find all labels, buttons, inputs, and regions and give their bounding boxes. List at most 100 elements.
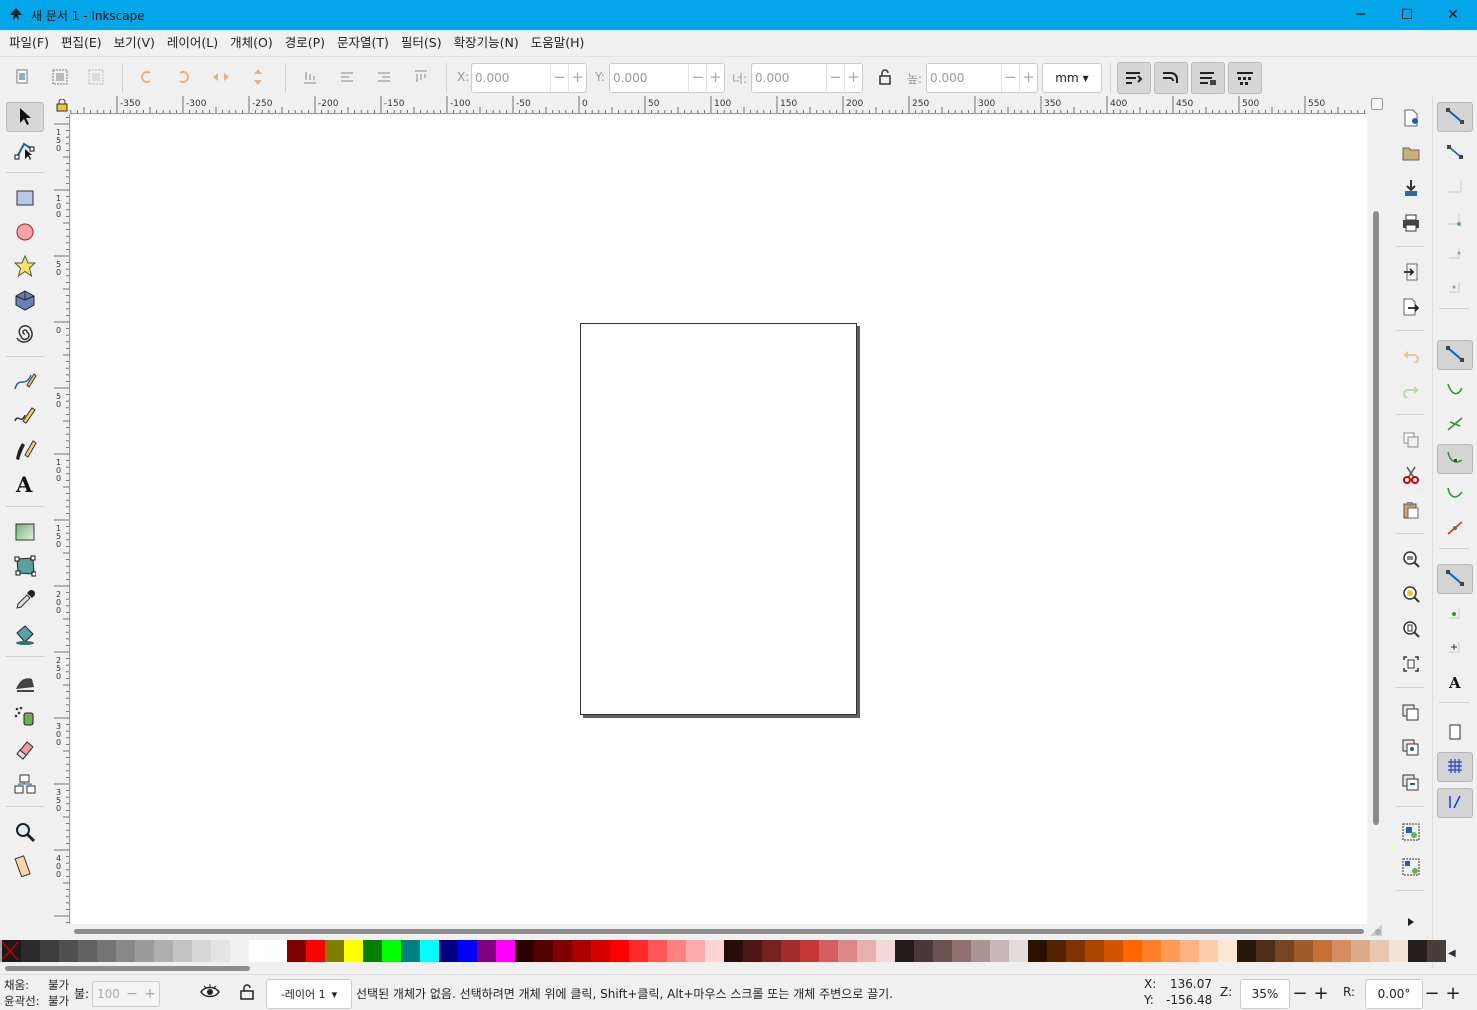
color-swatch[interactable] [876, 940, 895, 962]
cut-scissors-icon[interactable] [1400, 464, 1422, 486]
select-all-icon[interactable] [12, 67, 32, 87]
transform-patterns-toggle[interactable] [1228, 62, 1262, 94]
zoom-drawing-icon[interactable] [1400, 583, 1422, 605]
gradient-tool[interactable] [6, 518, 44, 548]
horizontal-ruler[interactable]: -350 -300 -250 -200 -150 -100 -50 0 50 100 150 200 2… [70, 96, 1366, 114]
color-swatch[interactable] [40, 940, 59, 962]
close-button[interactable]: ✕ [1430, 0, 1476, 30]
color-swatch[interactable] [838, 940, 857, 962]
lower-icon[interactable] [337, 67, 357, 87]
color-swatch[interactable] [1218, 940, 1237, 962]
snap-object-centers-toggle[interactable] [1437, 600, 1473, 630]
undo-icon[interactable] [1400, 345, 1422, 367]
color-swatch[interactable] [458, 940, 477, 962]
color-swatch[interactable] [743, 940, 762, 962]
menu-help[interactable]: 도움말(H) [525, 30, 591, 56]
zoom-in-button[interactable]: + [1311, 983, 1331, 1004]
maximize-button[interactable]: ☐ [1384, 0, 1430, 30]
vertical-ruler[interactable]: 15010050050100150200250300350400 [54, 114, 70, 924]
snap-rotation-centers-toggle[interactable] [1437, 634, 1473, 664]
snap-others-toggle[interactable] [1437, 564, 1473, 594]
snap-bbox-edges-toggle[interactable] [1437, 172, 1473, 202]
width-increment-button[interactable]: + [844, 64, 862, 92]
node-tool[interactable] [6, 136, 44, 166]
menu-edit[interactable]: 편집(E) [55, 30, 108, 56]
palette-menu-arrow-icon[interactable]: ◀ [1448, 948, 1456, 959]
vertical-scroll-thumb[interactable] [1373, 211, 1379, 825]
color-swatch[interactable] [401, 940, 420, 962]
color-swatch[interactable] [933, 940, 952, 962]
snap-bbox-toggle[interactable] [1437, 138, 1473, 168]
menu-view[interactable]: 보기(V) [108, 30, 161, 56]
color-swatch[interactable] [496, 940, 515, 962]
paint-bucket-tool[interactable] [6, 620, 44, 650]
opacity-decrement-button[interactable]: − [123, 986, 141, 1002]
color-swatch[interactable] [686, 940, 705, 962]
palette-scroll-thumb[interactable] [5, 966, 250, 971]
snap-grids-toggle[interactable] [1437, 752, 1473, 782]
menu-file[interactable]: 파일(F) [3, 30, 55, 56]
layer-visibility-eye-icon[interactable] [200, 984, 220, 1003]
unit-dropdown[interactable]: mm ▾ [1042, 63, 1102, 93]
rotation-field[interactable]: 0.00° [1365, 979, 1423, 1009]
rotate-cw-icon[interactable] [174, 67, 194, 87]
unlink-clone-icon[interactable] [1400, 772, 1422, 794]
connector-tool[interactable] [6, 770, 44, 800]
minimize-button[interactable]: ─ [1338, 0, 1384, 30]
dropper-tool[interactable] [6, 586, 44, 616]
opacity-spinbox[interactable]: 100 − + [92, 981, 160, 1007]
rotate-cw-button[interactable]: + [1443, 983, 1463, 1004]
calligraphy-tool[interactable] [6, 436, 44, 466]
color-swatch[interactable] [1256, 940, 1275, 962]
color-swatch[interactable] [477, 940, 496, 962]
menu-filters[interactable]: 필터(S) [395, 30, 448, 56]
selector-tool[interactable] [6, 102, 44, 132]
snap-smooth-nodes-toggle[interactable] [1437, 480, 1473, 510]
color-swatch[interactable] [21, 940, 40, 962]
color-swatch[interactable] [914, 940, 933, 962]
color-swatch[interactable] [230, 940, 249, 962]
paste-clipboard-icon[interactable] [1400, 499, 1422, 521]
color-swatch[interactable] [1161, 940, 1180, 962]
zoom-tool[interactable] [6, 818, 44, 848]
width-decrement-button[interactable]: − [826, 64, 844, 92]
rotate-ccw-button[interactable]: − [1422, 983, 1442, 1004]
color-swatch[interactable] [553, 940, 572, 962]
color-swatch[interactable] [1066, 940, 1085, 962]
lock-ratio-icon[interactable] [875, 67, 895, 87]
3d-box-tool[interactable] [6, 286, 44, 316]
drawing-canvas[interactable] [71, 115, 1367, 924]
star-tool[interactable] [6, 252, 44, 282]
zoom-selection-icon[interactable] [1400, 548, 1422, 570]
color-swatch[interactable] [1237, 940, 1256, 962]
open-folder-icon[interactable] [1400, 142, 1422, 164]
expand-arrow-icon[interactable] [1400, 911, 1422, 933]
transform-gradients-toggle[interactable] [1191, 62, 1225, 94]
color-swatch[interactable] [648, 940, 667, 962]
color-swatch[interactable] [154, 940, 173, 962]
toggle-rulers-icon[interactable] [1371, 98, 1383, 110]
color-swatch[interactable] [1427, 940, 1446, 962]
spiral-tool[interactable] [6, 320, 44, 350]
freehand-tool[interactable] [6, 402, 44, 432]
color-swatch[interactable] [781, 940, 800, 962]
palette-scrollbar[interactable] [0, 963, 1442, 973]
mesh-tool[interactable] [6, 552, 44, 582]
snap-paths-toggle[interactable] [1437, 376, 1473, 406]
color-swatch[interactable] [1180, 940, 1199, 962]
color-swatch[interactable] [1142, 940, 1161, 962]
zoom-field[interactable]: 35% [1240, 979, 1290, 1009]
raise-icon[interactable] [374, 67, 394, 87]
color-swatch[interactable] [306, 940, 325, 962]
color-swatch[interactable] [724, 940, 743, 962]
color-swatch[interactable] [1294, 940, 1313, 962]
color-swatch[interactable] [344, 940, 363, 962]
snap-page-border-toggle[interactable] [1437, 718, 1473, 748]
color-swatch[interactable] [1009, 940, 1028, 962]
color-swatch[interactable] [1085, 940, 1104, 962]
menu-path[interactable]: 경로(P) [279, 30, 331, 56]
print-icon[interactable] [1400, 212, 1422, 234]
color-swatch[interactable] [572, 940, 591, 962]
new-document-icon[interactable] [1400, 107, 1422, 129]
lower-to-bottom-icon[interactable] [300, 67, 320, 87]
